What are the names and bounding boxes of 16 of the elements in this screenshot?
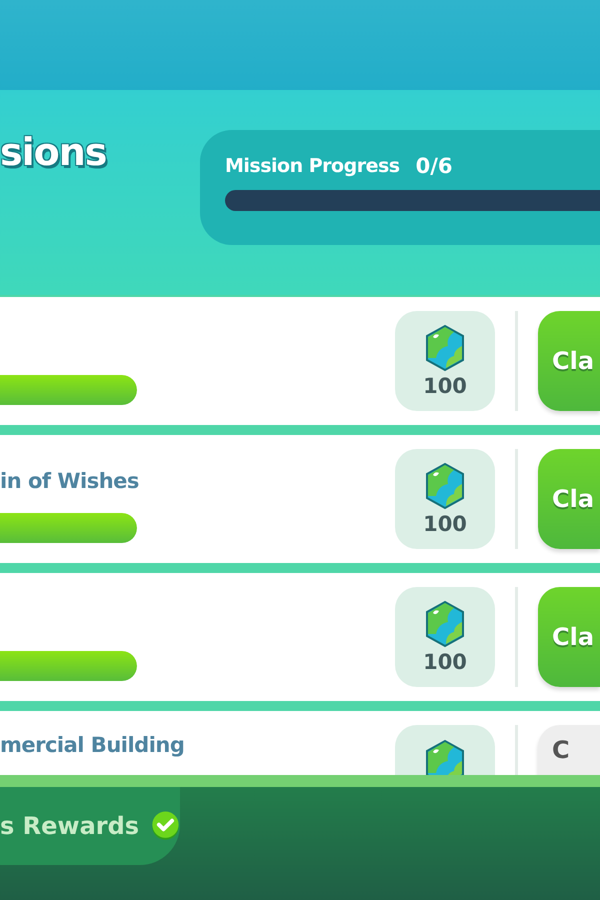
reward-amount: 100: [423, 650, 467, 674]
claim-button[interactable]: C: [538, 725, 600, 775]
mission-title: mercial Building: [0, 733, 186, 757]
reward-amount: 100: [423, 374, 467, 398]
gem-icon: [424, 462, 466, 510]
claim-button[interactable]: Cla: [538, 449, 600, 549]
page-title: sions: [0, 130, 108, 174]
claim-button[interactable]: Cla: [538, 311, 600, 411]
reward-amount: 100: [423, 512, 467, 536]
mission-title: in of Wishes: [0, 469, 140, 493]
claim-button[interactable]: Cla: [538, 587, 600, 687]
progress-label: Mission Progress: [225, 155, 400, 177]
progress-count: 0/6: [416, 154, 452, 178]
gem-icon: [424, 600, 466, 648]
rewards-button[interactable]: s Rewards: [0, 787, 180, 865]
gem-icon: [424, 324, 466, 372]
